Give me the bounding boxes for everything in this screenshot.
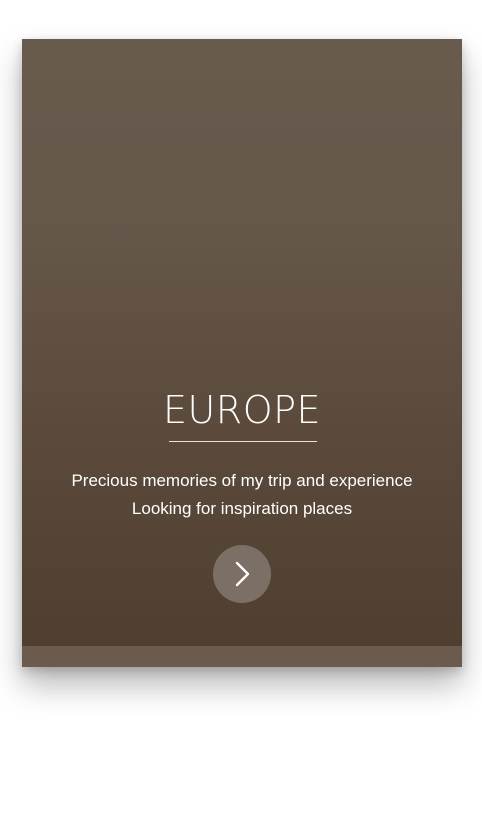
- card-hero: EUROPE Precious memories of my trip and …: [22, 39, 462, 646]
- chevron-right-icon: [235, 561, 250, 587]
- next-button[interactable]: [213, 545, 271, 603]
- card-footer-bar: [22, 646, 462, 667]
- title-underline: [169, 441, 317, 442]
- page: EUROPE Precious memories of my trip and …: [0, 0, 482, 818]
- destination-card[interactable]: EUROPE Precious memories of my trip and …: [22, 39, 462, 667]
- card-title: EUROPE: [162, 388, 322, 432]
- card-description-line-1: Precious memories of my trip and experie…: [71, 471, 413, 490]
- card-description-line-2: Looking for inspiration places: [131, 499, 353, 518]
